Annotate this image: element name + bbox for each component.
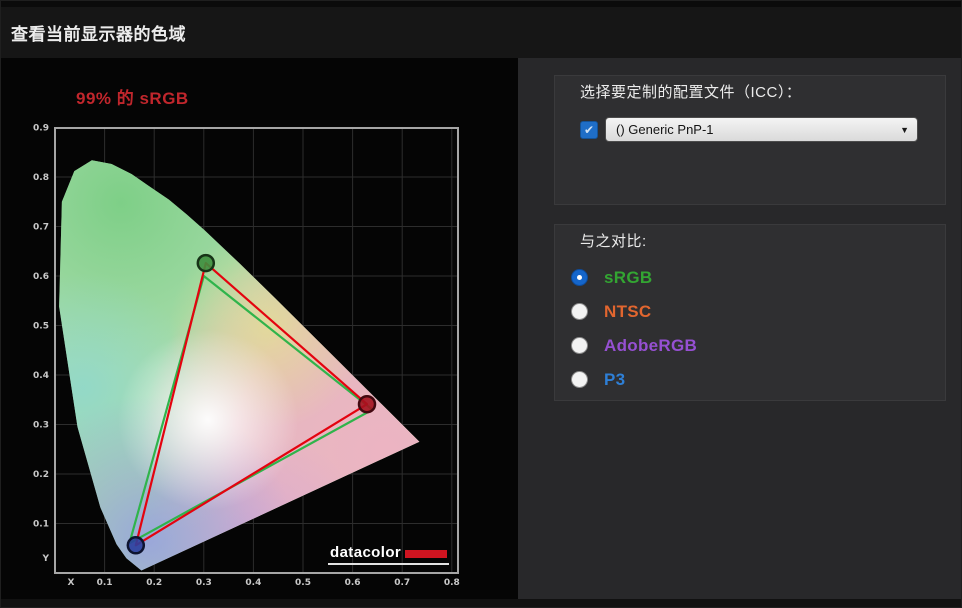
x-tick-label: 0.7	[394, 578, 410, 588]
cie-chromaticity-chart: 0.1 0.2 0.3 0.4 0.5 0.6 0.7 0.8 X 0.1 0.2 0.3 0.4 0.5…	[33, 124, 460, 589]
radio-ntsc[interactable]	[571, 303, 588, 320]
radio-row-p3[interactable]: P3	[571, 369, 697, 390]
y-axis-label: Y	[41, 554, 49, 564]
check-icon: ✔	[583, 122, 595, 137]
compare-options: sRGB NTSC AdobeRGB P3	[571, 267, 697, 390]
radio-row-srgb[interactable]: sRGB	[571, 267, 697, 288]
primary-marker	[126, 536, 146, 555]
radio-ntsc-label[interactable]: NTSC	[604, 302, 651, 322]
app-window: 查看当前显示器的色域 99% 的 sRGB 0.1 0.2 0.3 0.4 0.…	[0, 0, 962, 608]
x-tick-label: 0.8	[444, 578, 460, 588]
x-tick-label: 0.6	[345, 578, 361, 588]
y-tick-label: 0.6	[33, 272, 49, 282]
datacolor-logo-text: datacolor	[330, 544, 402, 561]
x-tick-label: 0.4	[245, 578, 261, 588]
spectral-locus-fill	[59, 160, 420, 571]
icc-profile-dropdown[interactable]: () Generic PnP-1 ▼	[605, 117, 918, 142]
primary-marker	[357, 394, 377, 414]
y-tick-label: 0.7	[33, 223, 49, 233]
y-tick-label: 0.3	[33, 421, 49, 431]
window-bottom-edge	[1, 599, 961, 607]
y-tick-label: 0.1	[33, 520, 49, 530]
radio-adobergb[interactable]	[571, 337, 588, 354]
x-axis-label: X	[68, 578, 75, 588]
x-tick-label: 0.3	[196, 578, 212, 588]
primary-marker	[196, 253, 216, 273]
icc-profile-checkbox[interactable]: ✔	[580, 120, 598, 139]
icc-profile-label: 选择要定制的配置文件（ICC）：	[580, 84, 802, 101]
y-tick-label: 0.8	[33, 173, 49, 183]
radio-row-adobergb[interactable]: AdobeRGB	[571, 335, 697, 356]
compare-group: 与之对比: sRGB NTSC AdobeRGB P3	[554, 224, 946, 401]
y-tick-label: 0.9	[33, 124, 49, 134]
icc-profile-dropdown-value: () Generic PnP-1	[616, 122, 714, 137]
radio-adobergb-label[interactable]: AdobeRGB	[604, 336, 697, 356]
settings-panel: 选择要定制的配置文件（ICC）： ✔ () Generic PnP-1 ▼ 与之…	[518, 58, 961, 599]
title-bar: 查看当前显示器的色域	[1, 1, 961, 58]
main-content: 99% 的 sRGB 0.1 0.2 0.3 0.4 0.5 0.6 0.7 0…	[1, 58, 961, 599]
y-tick-label: 0.5	[33, 322, 49, 332]
x-tick-label: 0.2	[146, 578, 162, 588]
icc-profile-row: ✔ () Generic PnP-1 ▼	[580, 117, 918, 142]
compare-label: 与之对比:	[580, 233, 647, 250]
page-title: 查看当前显示器的色域	[11, 25, 186, 44]
radio-srgb[interactable]	[571, 269, 588, 286]
radio-srgb-label[interactable]: sRGB	[604, 268, 652, 288]
x-tick-label: 0.1	[97, 578, 113, 588]
chevron-down-icon: ▼	[900, 124, 909, 135]
x-tick-label: 0.5	[295, 578, 311, 588]
datacolor-logo-bar	[405, 549, 448, 558]
radio-row-ntsc[interactable]: NTSC	[571, 301, 697, 322]
radio-p3[interactable]	[571, 371, 588, 388]
y-tick-label: 0.2	[33, 470, 49, 480]
datacolor-logo: datacolor	[328, 544, 450, 565]
y-tick-label: 0.4	[33, 371, 49, 381]
radio-p3-label[interactable]: P3	[604, 370, 625, 390]
chart-area: 99% 的 sRGB 0.1 0.2 0.3 0.4 0.5 0.6 0.7 0…	[1, 58, 518, 599]
icc-profile-group: 选择要定制的配置文件（ICC）： ✔ () Generic PnP-1 ▼	[554, 75, 946, 205]
